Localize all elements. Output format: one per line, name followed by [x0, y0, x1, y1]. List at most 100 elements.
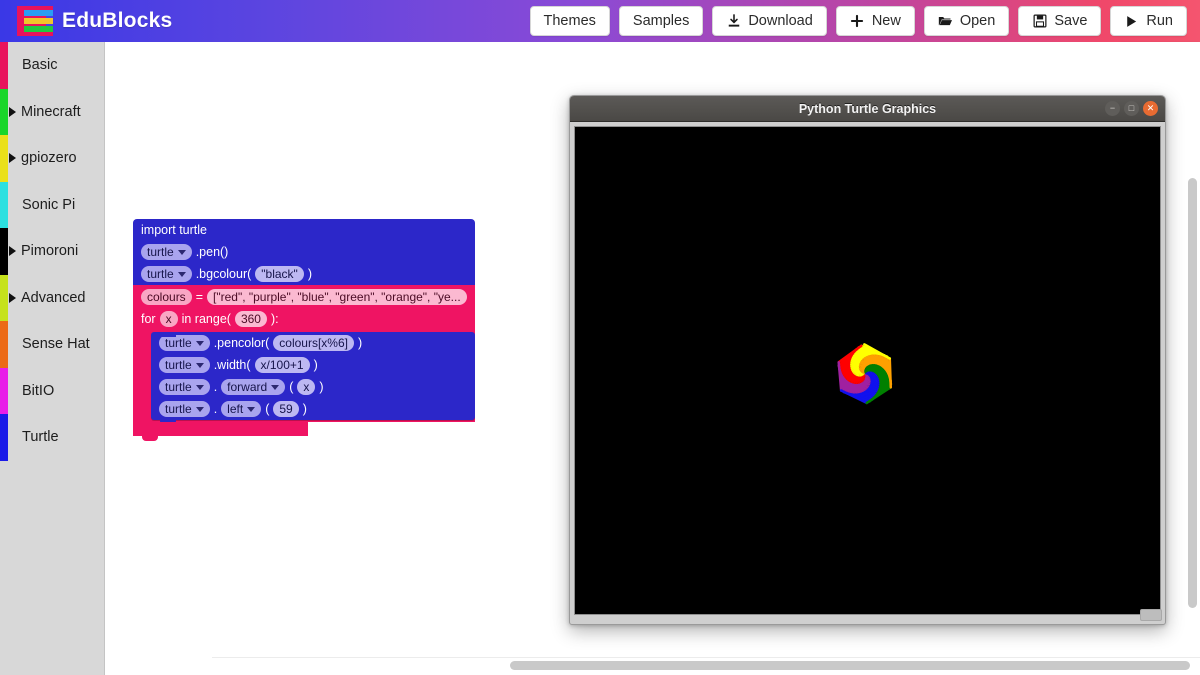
category-color-swatch [0, 228, 8, 275]
sidebar-item-gpiozero[interactable]: gpiozero [0, 135, 104, 182]
loop-variable-x-label: x [165, 312, 172, 326]
block-pencolor-arg[interactable]: colours[x%6] [273, 335, 354, 351]
loop-count[interactable]: 360 [234, 311, 267, 327]
save-button[interactable]: Save [1018, 6, 1102, 36]
category-color-swatch [0, 135, 8, 182]
block-colours-assign[interactable]: colours = ["red", "purple", "blue", "gre… [133, 285, 475, 308]
toolbar: Themes Samples Download New Open Save Ru… [529, 6, 1200, 36]
loop-variable-x[interactable]: x [159, 311, 178, 327]
new-button[interactable]: New [835, 6, 915, 36]
block-left-dot: . [213, 402, 218, 416]
block-width-method: .width( [213, 358, 251, 372]
block-left[interactable]: turtle . left ( 59 ) [151, 398, 475, 425]
turtle-drawing [837, 343, 893, 405]
samples-button-label: Samples [632, 13, 690, 29]
run-button[interactable]: Run [1110, 6, 1187, 36]
method-dropdown-left-label: left [227, 402, 244, 416]
sidebar-item-sonic-pi[interactable]: Sonic Pi [0, 181, 104, 228]
block-pen[interactable]: turtle .pen() [133, 241, 475, 263]
object-dropdown-pencolor-label: turtle [165, 336, 192, 350]
block-forward-arg[interactable]: x [297, 379, 316, 395]
object-dropdown-pen-label: turtle [147, 245, 174, 259]
minimize-icon[interactable]: − [1105, 101, 1120, 116]
expand-arrow-icon[interactable] [9, 246, 16, 257]
block-width[interactable]: turtle .width( x/100+1 ) [151, 354, 475, 376]
sidebar-item-sense-hat[interactable]: Sense Hat [0, 321, 104, 368]
turtle-window-title: Python Turtle Graphics [798, 101, 937, 116]
block-stack[interactable]: import turtle turtle .pen() turtle .bgco… [133, 219, 475, 441]
object-dropdown-pencolor[interactable]: turtle [159, 335, 210, 351]
themes-button-label: Themes [543, 13, 596, 29]
category-color-swatch [0, 42, 8, 89]
themes-button[interactable]: Themes [529, 6, 610, 36]
chevron-down-icon [177, 249, 186, 255]
open-button-label: Open [959, 13, 996, 29]
plus-icon [850, 14, 865, 29]
sidebar-item-pimoroni[interactable]: Pimoroni [0, 228, 104, 275]
block-width-close: ) [313, 358, 318, 372]
sidebar-item-minecraft[interactable]: Minecraft [0, 88, 104, 135]
sidebar-item-label: Minecraft [21, 103, 81, 120]
block-forward-dot: . [213, 380, 218, 394]
object-dropdown-forward-label: turtle [165, 380, 192, 394]
vertical-scrollbar[interactable] [1188, 178, 1197, 608]
object-dropdown-pen[interactable]: turtle [141, 244, 192, 260]
block-for-body: turtle .pencolor( colours[x%6] ) turtle [133, 330, 475, 425]
sidebar-item-label: Pimoroni [21, 243, 79, 260]
block-forward[interactable]: turtle . forward ( x ) [151, 376, 475, 398]
turtle-canvas [574, 126, 1161, 615]
object-dropdown-bgcolour[interactable]: turtle [141, 266, 192, 282]
sidebar-item-label: Basic [22, 57, 58, 74]
sidebar-item-turtle[interactable]: Turtle [0, 414, 104, 461]
block-import-turtle[interactable]: import turtle [133, 219, 475, 241]
block-for-loop[interactable]: for x in range( 360 ): turtle .pencolor(… [133, 308, 475, 441]
expand-arrow-icon[interactable] [9, 106, 16, 117]
open-button[interactable]: Open [923, 6, 1010, 36]
block-bgcolour[interactable]: turtle .bgcolour( "black" ) [133, 263, 475, 285]
sidebar-item-label: Turtle [22, 429, 59, 446]
sidebar-item-advanced[interactable]: Advanced [0, 274, 104, 321]
maximize-icon[interactable]: □ [1124, 101, 1139, 116]
category-color-swatch [0, 414, 8, 461]
samples-button[interactable]: Samples [618, 6, 704, 36]
object-dropdown-left[interactable]: turtle [159, 401, 210, 417]
block-pencolor[interactable]: turtle .pencolor( colours[x%6] ) [151, 332, 475, 354]
block-colours-value[interactable]: ["red", "purple", "blue", "green", "oran… [207, 288, 467, 305]
in-range-keyword: in range( [181, 312, 231, 326]
object-dropdown-left-label: turtle [165, 402, 192, 416]
block-for-footer [133, 422, 308, 441]
category-color-swatch [0, 181, 8, 228]
block-for-header[interactable]: for x in range( 360 ): [133, 308, 475, 330]
variable-colours[interactable]: colours [141, 288, 192, 305]
expand-arrow-icon[interactable] [9, 153, 16, 164]
block-bgcolour-arg[interactable]: "black" [255, 266, 304, 282]
sidebar-item-label: BitIO [22, 382, 55, 399]
close-icon[interactable]: ✕ [1143, 101, 1158, 116]
sidebar-item-basic[interactable]: Basic [0, 42, 104, 89]
category-color-swatch [0, 367, 8, 414]
method-dropdown-forward-label: forward [227, 380, 268, 394]
block-bgcolour-method: .bgcolour( [195, 267, 252, 281]
category-sidebar[interactable]: Basic Minecraft gpiozero Sonic Pi Pimoroni Ad… [0, 42, 105, 675]
for-close: ): [270, 312, 279, 326]
new-button-label: New [871, 13, 901, 29]
chevron-down-icon [247, 406, 256, 412]
method-dropdown-left[interactable]: left [221, 401, 262, 417]
sidebar-item-bitio[interactable]: BitIO [0, 367, 104, 414]
expand-arrow-icon[interactable] [9, 292, 16, 303]
block-left-arg[interactable]: 59 [273, 401, 299, 417]
play-icon [1124, 14, 1139, 29]
resize-grip[interactable] [1140, 609, 1162, 621]
category-color-swatch [0, 274, 8, 321]
turtle-window-titlebar[interactable]: Python Turtle Graphics − □ ✕ [570, 96, 1165, 122]
block-colours-equals: = [195, 289, 203, 304]
python-turtle-graphics-window[interactable]: Python Turtle Graphics − □ ✕ [569, 95, 1166, 625]
object-dropdown-forward[interactable]: turtle [159, 379, 210, 395]
sidebar-item-label: Sonic Pi [22, 196, 76, 213]
floppy-disk-icon [1032, 14, 1047, 29]
download-button[interactable]: Download [712, 6, 827, 36]
block-width-arg[interactable]: x/100+1 [254, 357, 310, 373]
object-dropdown-width[interactable]: turtle [159, 357, 210, 373]
method-dropdown-forward[interactable]: forward [221, 379, 286, 395]
horizontal-scrollbar[interactable] [510, 661, 1190, 670]
